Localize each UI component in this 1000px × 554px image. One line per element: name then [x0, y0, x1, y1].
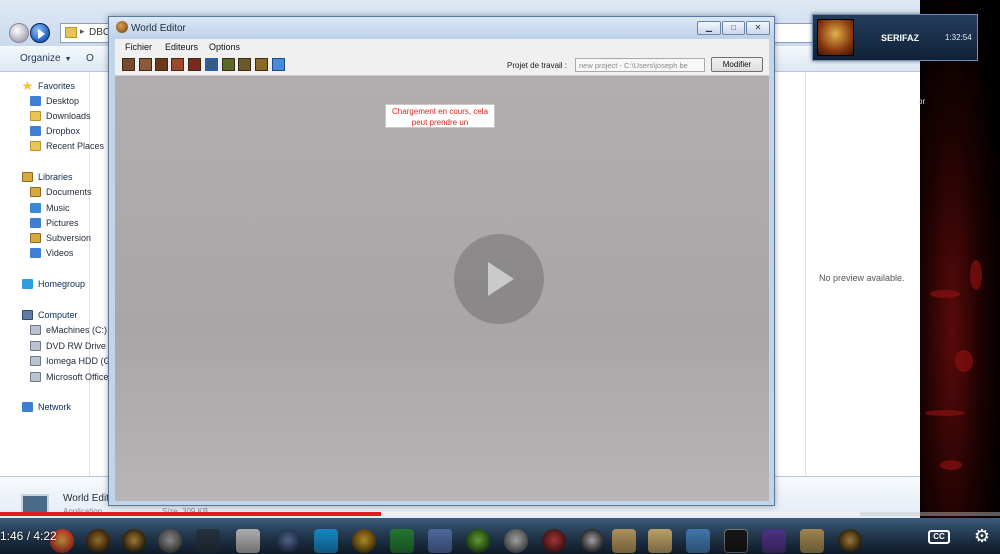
- star-icon: [22, 81, 33, 91]
- terrain-editor-icon[interactable]: [122, 58, 135, 71]
- nav-computer[interactable]: Computer: [22, 310, 78, 320]
- nav-drive-c[interactable]: eMachines (C:): [30, 325, 107, 335]
- subversion-icon: [30, 233, 41, 243]
- toolbar-button[interactable]: O: [86, 53, 94, 64]
- progress-fill: [0, 512, 381, 516]
- organize-menu[interactable]: Organize ▼: [20, 53, 72, 64]
- address-path: DBC: [89, 27, 111, 38]
- menu-fichier[interactable]: Fichier: [125, 42, 152, 52]
- menu-options[interactable]: Options: [209, 42, 240, 52]
- notification-name: SERIFAZ: [881, 33, 920, 43]
- test-map-icon[interactable]: [272, 58, 285, 71]
- pictures-icon: [30, 218, 41, 228]
- chevron-right-icon: ▸: [80, 26, 85, 36]
- modify-button[interactable]: Modifier: [711, 57, 763, 72]
- nav-videos[interactable]: Videos: [30, 248, 73, 258]
- library-icon: [22, 172, 33, 182]
- maximize-button[interactable]: □: [722, 21, 745, 35]
- preview-pane: No preview available.: [805, 72, 920, 476]
- organize-label: Organize: [20, 53, 61, 64]
- timecode: 1:46 / 4:22: [0, 529, 57, 543]
- nav-desktop[interactable]: Desktop: [30, 96, 79, 106]
- nav-recent-places[interactable]: Recent Places: [30, 141, 104, 151]
- import-manager-icon[interactable]: [222, 58, 235, 71]
- forward-button[interactable]: [30, 23, 50, 43]
- project-label: Projet de travail :: [507, 61, 568, 70]
- drive-icon: [30, 325, 41, 335]
- details-filename: World Edit: [63, 493, 109, 504]
- loading-message: Chargement en cours, cela peut prendre u…: [385, 104, 495, 128]
- computer-icon: [22, 310, 33, 320]
- editor-toolbar: Projet de travail : new project - C:\Use…: [115, 55, 769, 76]
- videos-icon: [30, 248, 41, 258]
- dropbox-icon: [30, 126, 41, 136]
- script-editor-icon[interactable]: [238, 58, 251, 71]
- world-editor-window: World Editor ▁ □ ✕ Fichier Editeurs Opti…: [108, 16, 775, 506]
- folder-icon: [65, 27, 77, 38]
- trigger-editor-icon[interactable]: [139, 58, 152, 71]
- nav-subversion[interactable]: Subversion: [30, 233, 91, 243]
- nav-homegroup[interactable]: Homegroup: [22, 279, 85, 289]
- campaign-editor-icon[interactable]: [188, 58, 201, 71]
- desktop-icon: [30, 96, 41, 106]
- nav-drive-g[interactable]: Iomega HDD (G:: [30, 356, 113, 366]
- project-path-field[interactable]: new project - C:\Users\joseph be: [575, 58, 705, 72]
- recent-places-icon: [30, 141, 41, 151]
- nav-pictures[interactable]: Pictures: [30, 218, 79, 228]
- no-preview-text: No preview available.: [819, 273, 905, 283]
- notification-popup[interactable]: SERIFAZ 1:32:54: [812, 14, 978, 61]
- overflow-text: or: [918, 97, 926, 106]
- dark-red-backdrop: [920, 0, 1000, 554]
- window-title: World Editor: [131, 23, 186, 34]
- ai-editor-icon[interactable]: [205, 58, 218, 71]
- sound-editor-icon[interactable]: [155, 58, 168, 71]
- notification-time: 1:32:54: [945, 33, 972, 42]
- nav-libraries[interactable]: Libraries: [22, 172, 73, 182]
- network-icon: [22, 402, 33, 412]
- object-editor-icon[interactable]: [171, 58, 184, 71]
- avatar: [817, 19, 854, 56]
- world-editor-titlebar[interactable]: World Editor ▁ □ ✕: [109, 17, 774, 39]
- close-button[interactable]: ✕: [746, 21, 770, 35]
- nav-favorites[interactable]: Favorites: [22, 81, 75, 91]
- menu-editeurs[interactable]: Editeurs: [165, 42, 198, 52]
- drive-icon: [30, 372, 41, 382]
- nav-documents[interactable]: Documents: [30, 187, 92, 197]
- navigation-pane: Favorites Desktop Downloads Dropbox Rece…: [0, 72, 118, 476]
- nav-dropbox[interactable]: Dropbox: [30, 126, 80, 136]
- video-frame[interactable]: ▸ DBC Organize ▼ O Favorites Desktop Down…: [0, 0, 1000, 554]
- nav-music[interactable]: Music: [30, 203, 70, 213]
- nav-network[interactable]: Network: [22, 402, 71, 412]
- minimize-button[interactable]: ▁: [697, 21, 721, 35]
- nav-drive-d[interactable]: DVD RW Drive (D: [30, 341, 118, 351]
- dvd-drive-icon: [30, 341, 41, 351]
- editor-canvas: Chargement en cours, cela peut prendre u…: [115, 76, 769, 501]
- nav-downloads[interactable]: Downloads: [30, 111, 91, 121]
- menu-bar: Fichier Editeurs Options: [115, 39, 769, 55]
- play-icon[interactable]: [454, 234, 544, 324]
- caret-down-icon: ▼: [64, 56, 72, 63]
- downloads-icon: [30, 111, 41, 121]
- progress-bar[interactable]: [0, 512, 1000, 516]
- captions-button[interactable]: CC: [928, 530, 950, 544]
- text-editor-icon[interactable]: [255, 58, 268, 71]
- back-button[interactable]: [9, 23, 29, 43]
- drive-icon: [30, 356, 41, 366]
- documents-icon: [30, 187, 41, 197]
- world-editor-logo-icon: [116, 21, 128, 33]
- gear-icon[interactable]: ⚙: [972, 526, 992, 546]
- music-icon: [30, 203, 41, 213]
- player-controls: 1:46 / 4:22 CC ⚙: [0, 518, 1000, 554]
- nav-drive-office[interactable]: Microsoft Office: [30, 372, 108, 382]
- homegroup-icon: [22, 279, 33, 289]
